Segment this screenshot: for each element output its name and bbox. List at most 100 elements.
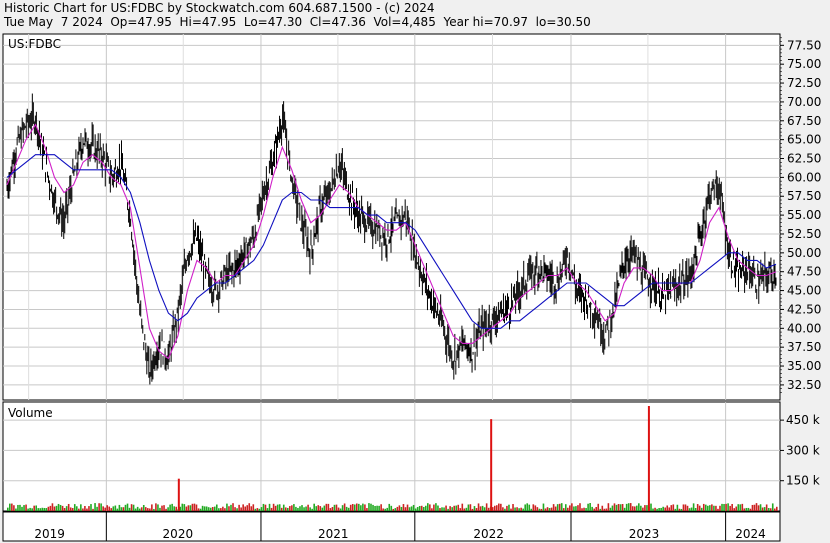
volume-bar bbox=[743, 508, 746, 511]
volume-bar bbox=[189, 505, 192, 511]
volume-bar bbox=[51, 503, 54, 511]
volume-bar bbox=[149, 508, 151, 511]
volume-bar bbox=[207, 507, 210, 511]
volume-tick-label: 300 k bbox=[786, 443, 820, 457]
volume-bar bbox=[254, 508, 257, 511]
volume-bar bbox=[37, 508, 40, 511]
volume-bar bbox=[116, 508, 119, 511]
year-label-2023: 2023 bbox=[629, 527, 660, 541]
volume-bar bbox=[429, 504, 431, 511]
volume-bar bbox=[481, 505, 484, 511]
volume-bar bbox=[593, 508, 595, 511]
volume-bar bbox=[297, 507, 299, 511]
volume-bar bbox=[287, 507, 289, 511]
volume-bar bbox=[439, 508, 441, 511]
volume-bar bbox=[771, 503, 774, 511]
volume-bar bbox=[147, 508, 149, 511]
volume-bar bbox=[347, 507, 350, 511]
volume-bar bbox=[538, 508, 541, 511]
volume-bar bbox=[676, 504, 679, 511]
volume-bar bbox=[78, 508, 80, 511]
volume-bar bbox=[500, 503, 502, 511]
volume-bar bbox=[132, 504, 135, 511]
volume-bar bbox=[611, 505, 614, 511]
volume-bar bbox=[311, 508, 313, 511]
price-tick-label: 65.00 bbox=[787, 133, 821, 147]
volume-bar bbox=[364, 504, 366, 511]
volume-bar bbox=[583, 507, 585, 511]
volume-bar bbox=[567, 507, 569, 511]
volume-bar bbox=[589, 503, 591, 511]
volume-bar bbox=[144, 507, 147, 511]
volume-bar bbox=[250, 506, 253, 511]
volume-bar bbox=[7, 507, 9, 511]
volume-bar bbox=[416, 507, 419, 511]
volume-bar bbox=[43, 507, 46, 511]
volume-bar bbox=[400, 506, 403, 511]
volume-bar bbox=[19, 504, 21, 511]
volume-bar bbox=[569, 505, 571, 511]
volume-bar bbox=[183, 504, 186, 511]
volume-bar bbox=[80, 504, 82, 511]
volume-bar bbox=[473, 506, 476, 511]
volume-bar bbox=[658, 508, 660, 511]
volume-bar bbox=[560, 503, 563, 511]
volume-bar bbox=[392, 508, 395, 511]
volume-bar bbox=[159, 507, 161, 511]
volume-bar bbox=[623, 507, 626, 511]
stock-chart: 32.50 35.00 37.50 40.00 42.50 45.00 47.50 50.00… bbox=[2, 33, 821, 542]
volume-bar bbox=[218, 508, 220, 511]
volume-bar bbox=[291, 505, 293, 511]
volume-bar bbox=[390, 505, 393, 511]
volume-bar bbox=[368, 503, 370, 511]
volume-bar bbox=[427, 503, 429, 511]
volume-bar bbox=[406, 504, 409, 511]
volume-bar bbox=[711, 504, 713, 511]
volume-bar bbox=[256, 508, 259, 511]
volume-bar bbox=[203, 506, 206, 511]
volume-bar bbox=[638, 503, 640, 511]
volume-bar bbox=[15, 508, 17, 511]
volume-bar bbox=[305, 506, 307, 511]
volume-bar bbox=[161, 505, 163, 511]
year-label-2022: 2022 bbox=[473, 527, 504, 541]
volume-bar bbox=[617, 504, 620, 511]
volume-bar bbox=[325, 503, 328, 511]
volume-bar bbox=[709, 505, 711, 511]
volume-bar bbox=[228, 506, 230, 511]
volume-spike-2023 bbox=[647, 406, 650, 511]
volume-bar bbox=[721, 503, 723, 511]
volume-bar bbox=[739, 504, 742, 511]
volume-bar bbox=[690, 507, 693, 511]
volume-bar bbox=[181, 503, 184, 511]
volume-bar bbox=[674, 508, 677, 511]
volume-bar bbox=[731, 503, 733, 511]
volume-spike-2022 bbox=[490, 419, 493, 511]
volume-bar bbox=[607, 503, 610, 511]
volume-bar bbox=[17, 504, 19, 511]
volume-bar bbox=[23, 505, 25, 511]
volume-bar bbox=[544, 508, 547, 511]
volume-bar bbox=[603, 508, 606, 511]
volume-bar bbox=[646, 505, 648, 511]
volume-bar bbox=[309, 507, 311, 511]
volume-bar bbox=[272, 503, 275, 511]
volume-bar bbox=[715, 505, 717, 511]
volume-bar bbox=[548, 508, 551, 511]
volume-bar bbox=[662, 506, 664, 511]
volume-bar bbox=[222, 506, 224, 511]
volume-bar bbox=[230, 504, 232, 511]
price-tick-label: 57.50 bbox=[787, 189, 821, 203]
volume-bar bbox=[621, 504, 624, 511]
volume-bar bbox=[463, 508, 466, 511]
volume-bar bbox=[366, 508, 368, 511]
volume-bar bbox=[585, 508, 587, 511]
volume-bar bbox=[410, 506, 413, 511]
volume-bar bbox=[686, 505, 689, 511]
volume-bar bbox=[420, 505, 423, 511]
volume-bar bbox=[546, 507, 549, 511]
volume-bar bbox=[236, 508, 238, 511]
volume-bar bbox=[761, 507, 764, 511]
volume-bar bbox=[388, 503, 391, 511]
volume-bar bbox=[431, 508, 433, 511]
